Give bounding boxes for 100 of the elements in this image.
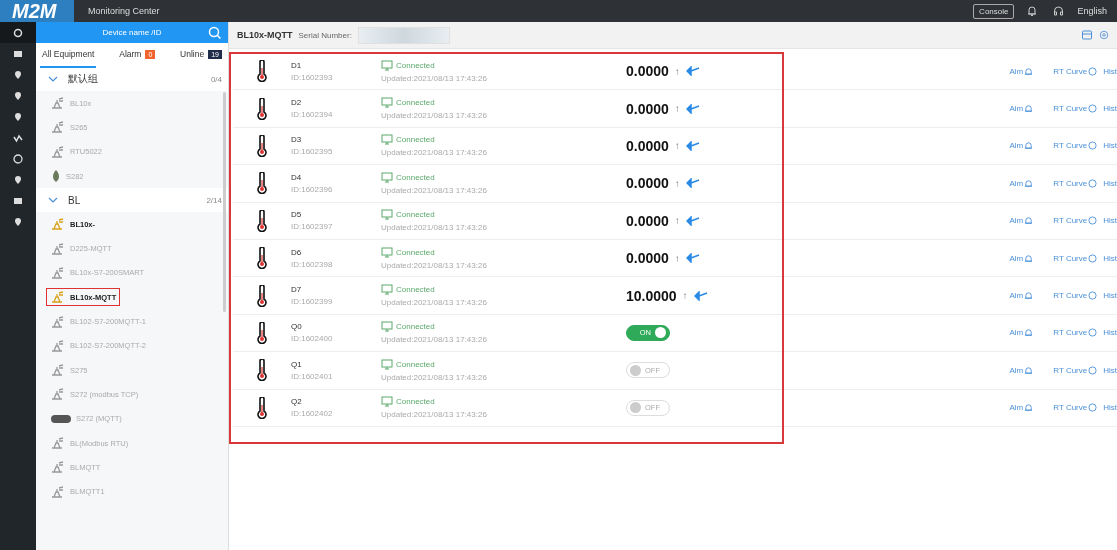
circle-icon bbox=[1088, 178, 1098, 188]
curve-link[interactable]: RT Curve bbox=[1053, 403, 1098, 413]
history-link[interactable]: Hist bbox=[1103, 403, 1117, 413]
chevron-icon bbox=[48, 74, 58, 84]
point-id: ID:1602401 bbox=[291, 371, 334, 381]
history-link[interactable]: Hist bbox=[1103, 365, 1117, 375]
circle-icon bbox=[1088, 66, 1098, 76]
map-pin-icon bbox=[13, 69, 23, 80]
nav-item[interactable] bbox=[0, 22, 36, 43]
logo: M2M bbox=[0, 0, 74, 22]
point-id: ID:1602398 bbox=[291, 259, 334, 269]
clock-icon bbox=[13, 153, 23, 164]
thermometer-icon bbox=[257, 247, 267, 270]
antenna-icon bbox=[50, 266, 66, 279]
monitor-icon bbox=[381, 209, 393, 221]
alarm-link[interactable]: Alm bbox=[1009, 365, 1034, 375]
connection-status: Connected bbox=[396, 135, 435, 145]
thermometer-icon bbox=[257, 134, 267, 157]
curve-link[interactable]: RT Curve bbox=[1053, 178, 1098, 188]
alarm-link[interactable]: Alm bbox=[1009, 216, 1034, 226]
point-id: ID:1602394 bbox=[291, 110, 334, 120]
point-value: 0.0000 bbox=[626, 175, 669, 192]
alarm-link[interactable]: Alm bbox=[1009, 291, 1034, 301]
curve-link[interactable]: RT Curve bbox=[1053, 216, 1098, 226]
alarm-link[interactable]: Alm bbox=[1009, 328, 1034, 338]
curve-link[interactable]: RT Curve bbox=[1053, 328, 1098, 338]
point-id: ID:1602393 bbox=[291, 72, 334, 82]
alarm-link[interactable]: Alm bbox=[1009, 403, 1034, 413]
write-value-icon[interactable] bbox=[685, 103, 700, 114]
point-id: ID:1602395 bbox=[291, 147, 334, 157]
alarm-link[interactable]: Alm bbox=[1009, 178, 1034, 188]
up-arrow: ↑ bbox=[674, 65, 680, 77]
antenna-icon bbox=[50, 121, 66, 134]
curve-link[interactable]: RT Curve bbox=[1053, 141, 1098, 151]
connection-status: Connected bbox=[396, 322, 435, 332]
serial-label: Serial Number: bbox=[298, 30, 352, 40]
save-icon[interactable] bbox=[1081, 29, 1093, 41]
history-link[interactable]: Hist bbox=[1103, 291, 1117, 301]
headset-icon[interactable] bbox=[1052, 5, 1066, 17]
antenna-icon bbox=[50, 339, 66, 352]
alarm-link[interactable]: Alm bbox=[1009, 141, 1034, 151]
connection-status: Connected bbox=[396, 285, 435, 295]
history-link[interactable]: Hist bbox=[1103, 141, 1117, 151]
write-value-icon[interactable] bbox=[685, 140, 700, 151]
write-value-icon[interactable] bbox=[685, 66, 700, 77]
group-row[interactable]: 默认组 0/4 bbox=[36, 67, 228, 91]
write-value-icon[interactable] bbox=[685, 215, 700, 226]
alarm-link[interactable]: Alm bbox=[1009, 104, 1034, 114]
plant-icon bbox=[50, 169, 62, 184]
history-link[interactable]: Hist bbox=[1103, 66, 1117, 76]
connection-status: Connected bbox=[396, 210, 435, 220]
history-link[interactable]: Hist bbox=[1103, 178, 1117, 188]
language-selector[interactable]: English bbox=[1077, 6, 1107, 16]
curve-link[interactable]: RT Curve bbox=[1053, 66, 1098, 76]
alarm-link[interactable]: Alm bbox=[1009, 66, 1034, 76]
up-arrow: ↑ bbox=[674, 215, 680, 227]
monitor-icon bbox=[381, 396, 393, 408]
connection-status: Connected bbox=[396, 359, 435, 369]
curve-link[interactable]: RT Curve bbox=[1053, 291, 1098, 301]
curve-link[interactable]: RT Curve bbox=[1053, 253, 1098, 263]
antenna-icon bbox=[50, 388, 66, 401]
write-value-icon[interactable] bbox=[685, 253, 700, 264]
write-value-icon[interactable] bbox=[685, 178, 700, 189]
update-time: Updated:2021/08/13 17:43:26 bbox=[381, 73, 488, 83]
scrollbar[interactable] bbox=[223, 92, 226, 312]
point-name: Q2 bbox=[291, 397, 303, 407]
point-id: ID:1602396 bbox=[291, 184, 334, 194]
write-value-icon[interactable] bbox=[693, 290, 708, 301]
curve-link[interactable]: RT Curve bbox=[1053, 365, 1098, 375]
update-time: Updated:2021/08/13 17:43:26 bbox=[381, 260, 488, 270]
history-link[interactable]: Hist bbox=[1103, 216, 1117, 226]
group-row[interactable]: BL 2/14 bbox=[36, 188, 228, 213]
up-arrow: ↑ bbox=[674, 103, 680, 115]
circle-icon bbox=[1088, 253, 1098, 263]
point-id: ID:1602397 bbox=[291, 222, 334, 232]
update-time: Updated:2021/08/13 17:43:26 bbox=[381, 185, 488, 195]
history-link[interactable]: Hist bbox=[1103, 328, 1117, 338]
history-link[interactable]: Hist bbox=[1103, 253, 1117, 263]
search-field[interactable]: Device name /ID bbox=[36, 22, 228, 43]
update-time: Updated:2021/08/13 17:43:26 bbox=[381, 410, 488, 420]
alarm-link[interactable]: Alm bbox=[1009, 253, 1034, 263]
curve-link[interactable]: RT Curve bbox=[1053, 104, 1098, 114]
point-name: D2 bbox=[291, 98, 303, 108]
update-time: Updated:2021/08/13 17:43:26 bbox=[381, 298, 488, 308]
update-time: Updated:2021/08/13 17:43:26 bbox=[381, 335, 488, 345]
update-time: Updated:2021/08/13 17:43:26 bbox=[381, 111, 488, 121]
console-button[interactable]: Console bbox=[973, 3, 1015, 19]
monitor-icon bbox=[381, 321, 393, 333]
antenna-icon bbox=[50, 97, 66, 110]
point-name: D4 bbox=[291, 172, 303, 182]
point-value: 0.0000 bbox=[626, 63, 669, 80]
point-name: D5 bbox=[291, 210, 303, 220]
history-link[interactable]: Hist bbox=[1103, 104, 1117, 114]
up-arrow: ↑ bbox=[682, 290, 688, 302]
search-icon[interactable] bbox=[208, 25, 222, 40]
monitor-icon bbox=[381, 284, 393, 296]
up-arrow: ↑ bbox=[674, 177, 680, 189]
connection-status: Connected bbox=[396, 98, 435, 108]
antenna-icon bbox=[50, 145, 66, 158]
update-time: Updated:2021/08/13 17:43:26 bbox=[381, 223, 488, 233]
